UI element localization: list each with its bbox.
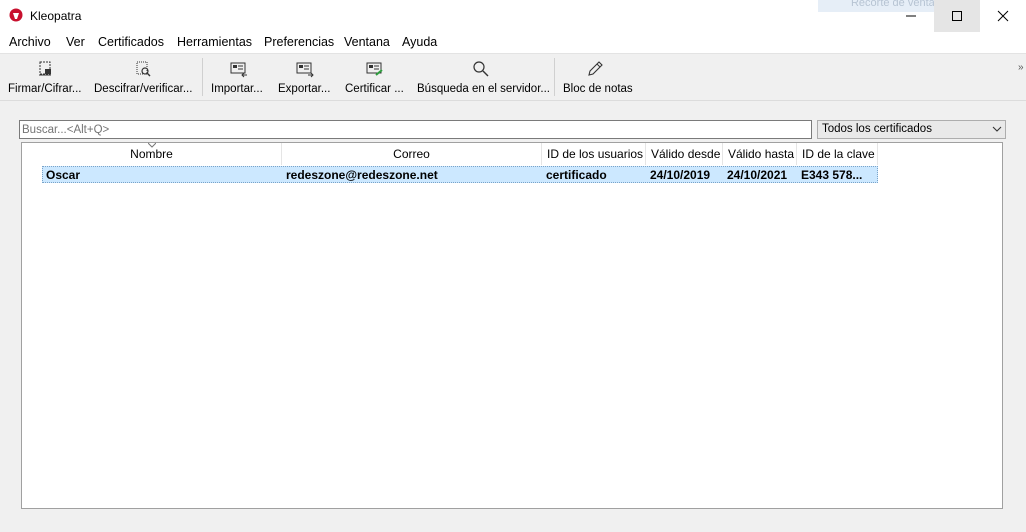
- search-icon: [473, 61, 489, 77]
- sign-encrypt-icon: [39, 61, 51, 76]
- minimize-icon: [906, 15, 916, 17]
- column-label-valid-until: Válido hasta: [728, 147, 795, 161]
- search-input[interactable]: [19, 120, 812, 139]
- menu-ayuda[interactable]: Ayuda: [402, 35, 437, 49]
- kleopatra-icon: [9, 8, 23, 22]
- menu-herramientas[interactable]: Herramientas: [177, 35, 252, 49]
- decrypt-verify-button[interactable]: Descifrar/verificar...: [92, 54, 196, 101]
- maximize-icon: [952, 11, 962, 21]
- certify-button[interactable]: Certificar ...: [342, 54, 408, 101]
- column-label-key-id: ID de la clave: [802, 147, 875, 161]
- table-row[interactable]: Oscar redeszone@redeszone.net certificad…: [42, 166, 878, 183]
- toolbar-separator: [202, 58, 203, 96]
- column-header-correo[interactable]: Correo: [282, 143, 542, 165]
- column-label-nombre: Nombre: [130, 147, 173, 161]
- sort-caret-icon: [148, 142, 156, 148]
- certificate-table[interactable]: Nombre Correo ID de los usuarios Válido …: [21, 142, 1003, 509]
- maximize-button[interactable]: [934, 0, 980, 32]
- certify-label: Certificar ...: [345, 83, 404, 95]
- certificate-filter-select[interactable]: Todos los certificados: [817, 120, 1006, 139]
- cell-name: Oscar: [46, 168, 81, 182]
- column-label-correo: Correo: [393, 147, 430, 161]
- column-header-nombre[interactable]: Nombre: [22, 142, 282, 165]
- export-button[interactable]: Exportar...: [274, 54, 338, 101]
- column-header-user-id[interactable]: ID de los usuarios: [542, 143, 646, 165]
- cell-user-id: certificado: [546, 168, 607, 182]
- server-search-label: Búsqueda en el servidor...: [417, 83, 550, 95]
- chevron-down-icon: [992, 126, 1002, 132]
- menu-preferencias[interactable]: Preferencias: [264, 35, 334, 49]
- column-header-valid-from[interactable]: Válido desde: [646, 143, 723, 165]
- close-icon: [997, 10, 1009, 22]
- column-label-user-id: ID de los usuarios: [547, 147, 644, 161]
- cell-key-id: E343 578...: [801, 168, 863, 182]
- notepad-label: Bloc de notas: [563, 83, 633, 95]
- menu-archivo[interactable]: Archivo: [9, 35, 51, 49]
- cell-valid-until: 24/10/2021: [727, 168, 788, 182]
- sign-encrypt-label: Firmar/Cifrar...: [8, 83, 82, 95]
- cell-valid-from: 24/10/2019: [650, 168, 711, 182]
- toolbar: Firmar/Cifrar... Descifrar/verificar... …: [0, 53, 1026, 101]
- status-bar: [0, 513, 1026, 532]
- server-search-button[interactable]: Búsqueda en el servidor...: [414, 54, 550, 101]
- cell-email: redeszone@redeszone.net: [286, 168, 438, 182]
- certify-icon: [366, 62, 383, 76]
- decrypt-verify-icon: [136, 61, 151, 77]
- export-icon: [296, 62, 314, 78]
- sign-encrypt-button[interactable]: Firmar/Cifrar...: [6, 54, 86, 101]
- title-bar: Kleopatra Recorte de ventana: [0, 0, 1026, 32]
- column-header-valid-until[interactable]: Válido hasta: [723, 143, 797, 165]
- decrypt-verify-label: Descifrar/verificar...: [94, 83, 193, 95]
- import-label: Importar...: [211, 83, 263, 95]
- minimize-button[interactable]: [888, 0, 934, 32]
- menu-bar: Archivo Ver Certificados Herramientas Pr…: [0, 32, 1026, 53]
- notepad-button[interactable]: Bloc de notas: [560, 54, 633, 101]
- close-button[interactable]: [980, 0, 1026, 32]
- toolbar-separator: [554, 58, 555, 96]
- menu-ver[interactable]: Ver: [66, 35, 85, 49]
- filter-selected-value: Todos los certificados: [822, 123, 932, 135]
- import-button[interactable]: Importar...: [208, 54, 270, 101]
- table-header: Nombre Correo ID de los usuarios Válido …: [22, 142, 1002, 165]
- window-title: Kleopatra: [30, 9, 82, 23]
- column-header-key-id[interactable]: ID de la clave: [797, 143, 878, 165]
- toolbar-overflow-icon[interactable]: »: [1018, 62, 1024, 73]
- column-label-valid-from: Válido desde: [651, 147, 721, 161]
- menu-ventana[interactable]: Ventana: [344, 35, 390, 49]
- menu-certificados[interactable]: Certificados: [98, 35, 164, 49]
- pencil-icon: [588, 61, 603, 76]
- export-label: Exportar...: [278, 83, 331, 95]
- import-icon: [230, 62, 247, 78]
